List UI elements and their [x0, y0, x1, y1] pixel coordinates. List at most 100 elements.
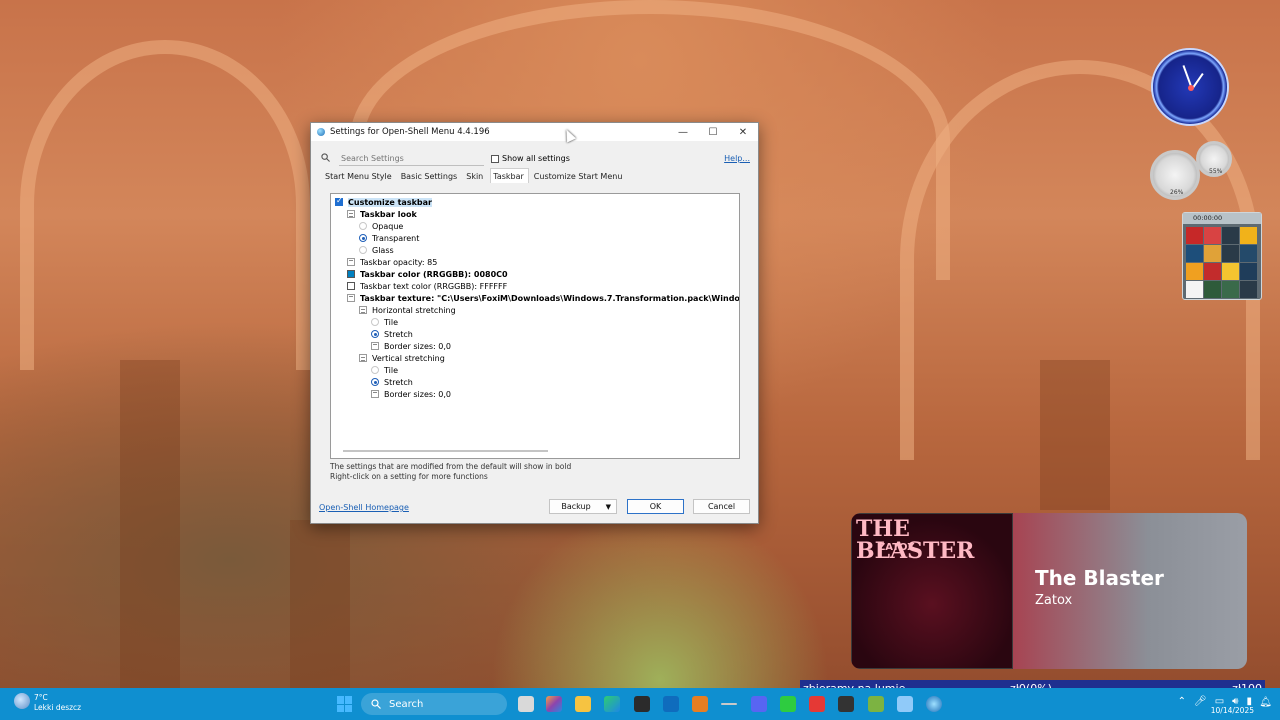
tree-item[interactable]: Taskbar text color (RRGGBB): FFFFFF	[347, 280, 507, 292]
tree-item-label: Opaque	[372, 221, 404, 231]
weather-widget[interactable]: 7°C Lekki deszcz	[14, 693, 81, 713]
open-shell-taskbar-icon[interactable]	[926, 696, 942, 712]
close-button[interactable]: ✕	[728, 123, 758, 141]
title-bar[interactable]: Settings for Open-Shell Menu 4.4.196 — ☐…	[311, 123, 758, 143]
backup-button[interactable]: Backup ▼	[549, 499, 617, 514]
taskbar-search-box[interactable]: Search	[361, 693, 507, 715]
tree-item[interactable]: Stretch	[371, 328, 413, 340]
show-all-settings-checkbox[interactable]: Show all settings	[491, 154, 570, 163]
spotify-icon[interactable]	[780, 696, 796, 712]
cpu-meter-gadget[interactable]: 26%	[1150, 150, 1200, 200]
tree-item-label: Glass	[372, 245, 394, 255]
puzzle-tile[interactable]	[1186, 281, 1203, 298]
taskbar-clock[interactable]: 10/14/2025	[1211, 692, 1254, 716]
puzzle-tile[interactable]	[1186, 263, 1203, 280]
tree-item[interactable]: Horizontal stretching	[359, 304, 456, 316]
edit-value-icon	[371, 342, 379, 350]
tab-start-menu-style[interactable]: Start Menu Style	[323, 171, 396, 185]
puzzle-tile[interactable]	[1204, 263, 1221, 280]
puzzle-tile[interactable]	[1204, 245, 1221, 262]
steam-icon[interactable]	[838, 696, 854, 712]
file-explorer-icon[interactable]	[575, 696, 591, 712]
app-icon[interactable]	[721, 703, 737, 705]
tree-item[interactable]: Border sizes: 0,0	[371, 388, 451, 400]
tab-basic-settings[interactable]: Basic Settings	[399, 171, 462, 185]
cancel-button[interactable]: Cancel	[693, 499, 750, 514]
tab-taskbar[interactable]: Taskbar	[490, 168, 529, 183]
microphone-icon[interactable]: 🎤︎	[1194, 696, 1207, 707]
tree-item[interactable]: Taskbar look	[347, 208, 417, 220]
puzzle-tile[interactable]	[1222, 263, 1239, 280]
start-button[interactable]	[337, 696, 353, 712]
windows-logo-icon	[337, 696, 344, 704]
tree-item[interactable]: Taskbar opacity: 85	[347, 256, 437, 268]
hint-text-bold: The settings that are modified from the …	[330, 462, 572, 471]
clock-center	[1188, 85, 1194, 91]
tree-item[interactable]: Stretch	[371, 376, 413, 388]
track-artist: Zatox	[1035, 593, 1073, 608]
task-view-icon[interactable]	[518, 696, 534, 712]
puzzle-tile[interactable]	[1240, 281, 1257, 298]
tab-customize-start-menu[interactable]: Customize Start Menu	[532, 171, 627, 185]
puzzle-tile[interactable]	[1222, 245, 1239, 262]
puzzle-tile[interactable]	[1222, 227, 1239, 244]
tree-item-label: Taskbar text color (RRGGBB): FFFFFF	[360, 281, 508, 291]
memory-meter-gadget[interactable]: 55%	[1196, 141, 1232, 177]
settings-app-icon[interactable]	[692, 696, 708, 712]
tree-item-label: Horizontal stretching	[372, 305, 456, 315]
show-all-label: Show all settings	[502, 154, 570, 163]
search-settings-input[interactable]	[339, 152, 484, 166]
maximize-button[interactable]: ☐	[698, 123, 728, 141]
tree-item-label: Tile	[384, 365, 399, 375]
xbox-icon[interactable]	[868, 696, 884, 712]
open-shell-homepage-link[interactable]: Open-Shell Homepage	[319, 503, 409, 512]
tree-item[interactable]: Tile	[371, 316, 398, 328]
group-icon	[359, 306, 367, 314]
tree-item[interactable]: Border sizes: 0,0	[371, 340, 451, 352]
tree-item[interactable]: Glass	[359, 244, 394, 256]
settings-window: Settings for Open-Shell Menu 4.4.196 — ☐…	[310, 122, 759, 524]
minimize-button[interactable]: —	[668, 123, 698, 141]
help-link[interactable]: Help...	[724, 154, 750, 163]
microsoft-store-icon[interactable]	[634, 696, 650, 712]
picture-puzzle-gadget[interactable]: 00:00:00	[1182, 212, 1262, 300]
outlook-icon[interactable]	[663, 696, 679, 712]
puzzle-tile[interactable]	[1186, 227, 1203, 244]
search-icon	[371, 699, 381, 709]
chevron-up-icon[interactable]: ⌃	[1178, 696, 1186, 707]
tree-item[interactable]: Customize taskbar	[335, 196, 432, 208]
app-icon[interactable]	[897, 696, 913, 712]
horizontal-scrollbar[interactable]	[343, 450, 548, 452]
puzzle-tiles[interactable]	[1183, 224, 1261, 301]
tree-item[interactable]: Taskbar texture: "C:\Users\FoxiM\Downloa…	[347, 292, 739, 304]
now-playing-flyout[interactable]: THE BLASTER ZATOX The Blaster Zatox	[851, 513, 1247, 669]
edge-icon[interactable]	[604, 696, 620, 712]
puzzle-tile[interactable]	[1204, 281, 1221, 298]
tab-skin[interactable]: Skin	[464, 171, 487, 185]
puzzle-tile[interactable]	[1240, 245, 1257, 262]
youtube-icon[interactable]	[809, 696, 825, 712]
notification-bell-icon[interactable]: 🔔︎	[1259, 697, 1272, 708]
puzzle-tile[interactable]	[1186, 245, 1203, 262]
discord-icon[interactable]	[751, 696, 767, 712]
tree-item[interactable]: Tile	[371, 364, 398, 376]
tree-item[interactable]: Opaque	[359, 220, 403, 232]
clock-gadget[interactable]	[1151, 48, 1229, 126]
group-icon	[359, 354, 367, 362]
album-art: THE BLASTER ZATOX	[851, 513, 1013, 669]
tree-item[interactable]: Taskbar color (RRGGBB): 0080C0	[347, 268, 508, 280]
puzzle-tile[interactable]	[1204, 227, 1221, 244]
mouse-cursor-icon	[561, 127, 577, 143]
settings-tree[interactable]: Customize taskbar Taskbar look Opaque Trans…	[330, 193, 740, 459]
puzzle-tile[interactable]	[1240, 263, 1257, 280]
edit-value-icon	[347, 258, 355, 266]
puzzle-tile[interactable]	[1240, 227, 1257, 244]
copilot-icon[interactable]	[546, 696, 562, 712]
puzzle-tile[interactable]	[1222, 281, 1239, 298]
edit-value-icon	[371, 390, 379, 398]
ok-button[interactable]: OK	[627, 499, 684, 514]
weather-description: Lekki deszcz	[34, 703, 82, 712]
taskbar-date: 10/14/2025	[1210, 706, 1254, 715]
tree-item[interactable]: Transparent	[359, 232, 419, 244]
tree-item[interactable]: Vertical stretching	[359, 352, 445, 364]
